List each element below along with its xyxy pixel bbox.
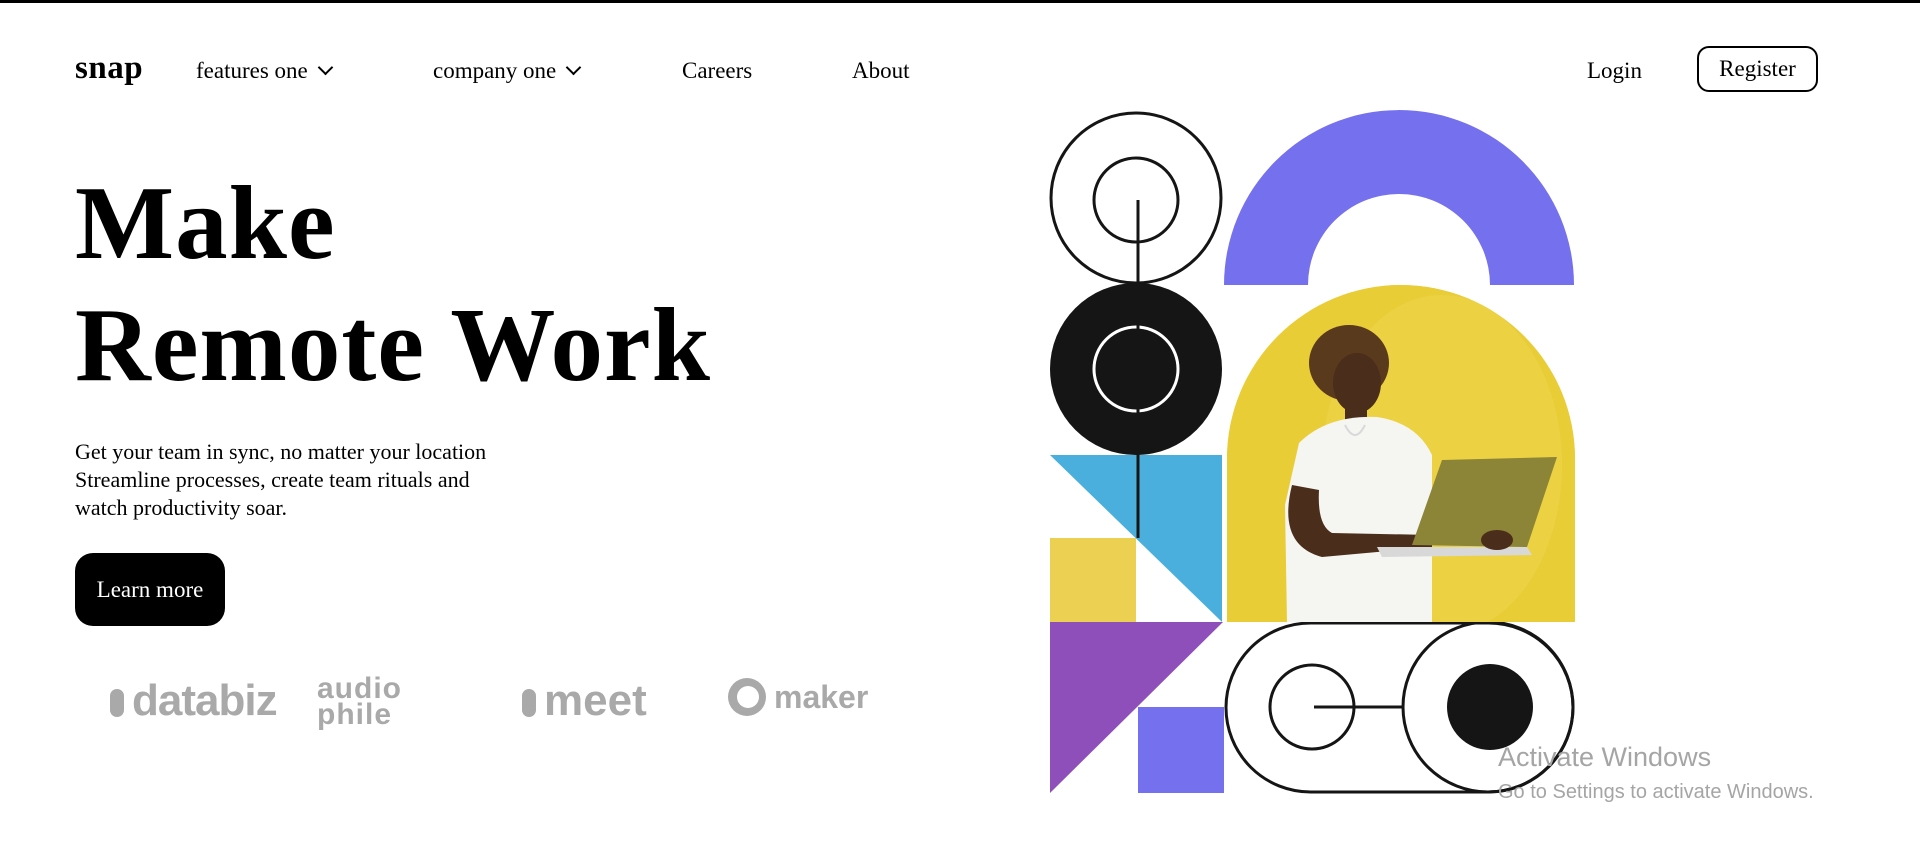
nav-features-dropdown[interactable]: features one <box>196 58 334 84</box>
hero-photo <box>1227 285 1575 622</box>
databiz-mark-icon <box>110 689 124 718</box>
headline-line-2: Remote Work <box>75 286 712 403</box>
login-link[interactable]: Login <box>1587 58 1642 84</box>
headline-line-1: Make <box>75 164 336 281</box>
site-logo[interactable]: snap <box>75 50 143 87</box>
register-button[interactable]: Register <box>1697 46 1818 92</box>
purple-square-shape <box>1138 707 1224 793</box>
nav-company-dropdown[interactable]: company one <box>433 58 582 84</box>
subtitle-line-3: watch productivity soar. <box>75 495 288 520</box>
purple-arch-shape <box>1224 110 1574 285</box>
databiz-wordmark: databiz <box>132 676 278 725</box>
hero-headline: Make Remote Work <box>75 162 711 406</box>
activate-windows-subtitle: Go to Settings to activate Windows. <box>1498 781 1814 803</box>
nav-about-label: About <box>852 58 910 83</box>
person-with-laptop-image <box>1227 285 1575 622</box>
client-logo-databiz: databiz <box>110 676 278 726</box>
learn-more-button[interactable]: Learn more <box>75 553 225 626</box>
subtitle-line-1: Get your team in sync, no matter your lo… <box>75 439 487 464</box>
chevron-down-icon <box>317 59 334 76</box>
black-circle-shape <box>1050 283 1222 455</box>
client-logo-audiophile: audio phile <box>317 674 402 731</box>
nav-careers-link[interactable]: Careers <box>682 58 752 84</box>
nav-company-label: company one <box>433 58 557 83</box>
nav-about-link[interactable]: About <box>852 58 910 84</box>
maker-mark-icon <box>728 678 766 716</box>
subtitle-line-2: Streamline processes, create team ritual… <box>75 467 470 492</box>
chevron-down-icon <box>565 59 582 76</box>
audiophile-wordmark-bottom: phile <box>317 698 393 731</box>
activate-windows-title: Activate Windows <box>1498 742 1712 772</box>
yellow-square-shape <box>1050 538 1136 622</box>
meet-mark-icon <box>522 689 536 718</box>
hero-subtitle: Get your team in sync, no matter your lo… <box>75 438 595 522</box>
maker-wordmark: maker <box>774 678 869 715</box>
nav-careers-label: Careers <box>682 58 753 83</box>
client-logo-meet: meet <box>522 676 647 726</box>
client-logo-maker: maker <box>728 678 868 716</box>
ring-outline-shape <box>1049 111 1223 285</box>
top-border <box>0 0 1920 3</box>
meet-wordmark: meet <box>544 676 647 725</box>
nav-features-label: features one <box>196 58 308 83</box>
